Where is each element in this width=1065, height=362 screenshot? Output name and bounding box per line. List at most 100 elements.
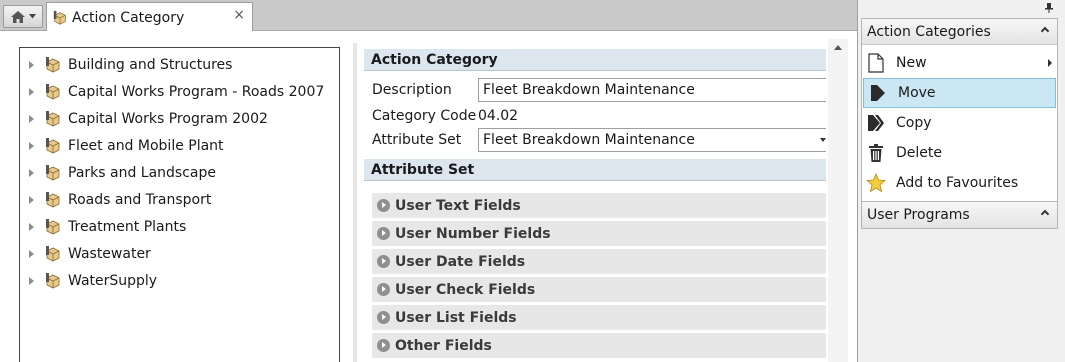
menu-item-add-to-favourites[interactable]: Add to Favourites xyxy=(862,168,1057,198)
expand-arrow-icon[interactable] xyxy=(29,169,34,177)
home-icon xyxy=(11,10,25,23)
box-icon xyxy=(46,219,60,235)
expand-arrow-icon[interactable] xyxy=(29,88,34,96)
attribute-set-header: Attribute Set xyxy=(364,159,826,181)
home-button[interactable] xyxy=(3,5,43,28)
user-programs-panel: User Programs xyxy=(861,201,1058,229)
expand-arrow-icon[interactable] xyxy=(29,61,34,69)
tree-item-label: Wastewater xyxy=(68,246,151,262)
chevron-down-icon xyxy=(820,138,826,142)
expand-arrow-icon[interactable] xyxy=(29,277,34,285)
tree-item[interactable]: Building and Structures xyxy=(20,53,338,77)
close-icon[interactable]: × xyxy=(233,7,245,23)
move-arrow-icon xyxy=(867,82,889,104)
chevron-up-icon xyxy=(1040,209,1050,219)
menu-item-copy[interactable]: Copy xyxy=(862,108,1057,138)
copy-arrows-icon xyxy=(865,112,887,134)
menu-item-label: Delete xyxy=(896,145,942,161)
main-content: Building and Structures Capital Works Pr… xyxy=(0,31,857,362)
tree-item[interactable]: Fleet and Mobile Plant xyxy=(20,134,338,158)
splitter[interactable] xyxy=(353,43,357,362)
expand-circle-icon xyxy=(377,311,390,324)
tree-item[interactable]: Wastewater xyxy=(20,242,338,266)
description-label: Description xyxy=(372,82,452,98)
menu-item-label: Add to Favourites xyxy=(896,175,1019,191)
category-code-label: Category Code xyxy=(372,108,477,124)
expand-circle-icon xyxy=(377,255,390,268)
box-icon xyxy=(46,57,60,73)
tree-item-label: Roads and Transport xyxy=(68,192,212,208)
action-categories-header[interactable]: Action Categories xyxy=(862,19,1057,45)
attribute-set-label: Attribute Set xyxy=(372,132,462,148)
tree-item[interactable]: Capital Works Program 2002 xyxy=(20,107,338,131)
expand-arrow-icon[interactable] xyxy=(29,142,34,150)
tree-item-label: Fleet and Mobile Plant xyxy=(68,138,224,154)
user-programs-header[interactable]: User Programs xyxy=(862,202,1057,228)
tree-item-label: Parks and Landscape xyxy=(68,165,216,181)
group-user-text-fields[interactable]: User Text Fields xyxy=(372,193,826,218)
box-icon xyxy=(53,10,66,25)
tree-item-label: Capital Works Program 2002 xyxy=(68,111,268,127)
group-user-list-fields[interactable]: User List Fields xyxy=(372,305,826,330)
expand-circle-icon xyxy=(377,227,390,240)
attribute-set-select[interactable]: Fleet Breakdown Maintenance xyxy=(478,128,826,152)
description-input[interactable] xyxy=(478,78,826,102)
menu-item-delete[interactable]: Delete xyxy=(862,138,1057,168)
group-label: User Check Fields xyxy=(395,281,536,298)
expand-arrow-icon[interactable] xyxy=(29,115,34,123)
group-label: User Number Fields xyxy=(395,225,551,242)
trash-icon xyxy=(865,142,887,164)
tree-item[interactable]: Treatment Plants xyxy=(20,215,338,239)
tree-item-label: WaterSupply xyxy=(68,273,158,289)
tab-title: Action Category xyxy=(72,9,185,26)
group-label: User Date Fields xyxy=(395,253,526,270)
menu-item-new[interactable]: New xyxy=(862,48,1057,78)
group-label: User List Fields xyxy=(395,309,517,326)
box-icon xyxy=(46,84,60,100)
box-icon xyxy=(46,111,60,127)
tree-item-label: Treatment Plants xyxy=(68,219,187,235)
group-other-fields[interactable]: Other Fields xyxy=(372,333,826,358)
expand-arrow-icon[interactable] xyxy=(29,250,34,258)
group-user-number-fields[interactable]: User Number Fields xyxy=(372,221,826,246)
tree-item-label: Building and Structures xyxy=(68,57,233,73)
tree-item[interactable]: Roads and Transport xyxy=(20,188,338,212)
group-user-date-fields[interactable]: User Date Fields xyxy=(372,249,826,274)
expand-arrow-icon[interactable] xyxy=(29,196,34,204)
menu-item-move[interactable]: Move xyxy=(863,78,1056,108)
tree-item-label: Capital Works Program - Roads 2007 xyxy=(68,84,325,100)
action-categories-title: Action Categories xyxy=(867,23,991,40)
tree-item[interactable]: WaterSupply xyxy=(20,269,338,293)
pin-icon[interactable] xyxy=(1045,3,1053,13)
box-icon xyxy=(46,246,60,262)
user-programs-title: User Programs xyxy=(867,207,970,223)
vertical-scrollbar[interactable] xyxy=(828,39,848,362)
group-user-check-fields[interactable]: User Check Fields xyxy=(372,277,826,302)
action-category-header: Action Category xyxy=(364,49,826,71)
box-icon xyxy=(46,165,60,181)
expand-circle-icon xyxy=(377,339,390,352)
tab-bar: Action Category × xyxy=(0,0,857,32)
tree-item[interactable]: Parks and Landscape xyxy=(20,161,338,185)
menu-item-label: Move xyxy=(898,85,936,101)
scroll-up-icon[interactable] xyxy=(834,45,842,50)
side-pane: Action Categories New Move Copy Delete A… xyxy=(857,0,1065,362)
chevron-right-icon xyxy=(1048,59,1052,67)
group-label: Other Fields xyxy=(395,337,492,354)
box-icon xyxy=(46,273,60,289)
box-icon xyxy=(46,138,60,154)
tree-item[interactable]: Capital Works Program - Roads 2007 xyxy=(20,80,338,104)
group-label: User Text Fields xyxy=(395,197,521,214)
expand-circle-icon xyxy=(377,283,390,296)
tab-action-category[interactable]: Action Category × xyxy=(46,2,253,32)
attribute-set-selected: Fleet Breakdown Maintenance xyxy=(483,132,695,148)
action-categories-panel: Action Categories New Move Copy Delete A… xyxy=(861,18,1058,202)
expand-arrow-icon[interactable] xyxy=(29,223,34,231)
chevron-up-icon xyxy=(1040,26,1050,36)
expand-circle-icon xyxy=(377,199,390,212)
chevron-down-icon xyxy=(29,14,36,19)
box-icon xyxy=(46,192,60,208)
star-icon xyxy=(865,172,887,194)
new-document-icon xyxy=(865,52,887,74)
category-tree: Building and Structures Capital Works Pr… xyxy=(19,47,340,362)
